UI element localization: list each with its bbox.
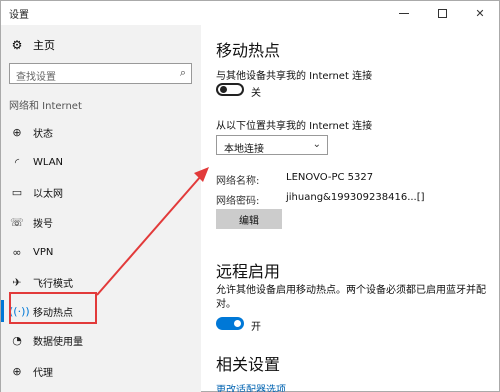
sidebar-item-label: VPN [33,246,54,258]
toggle-knob [220,86,227,93]
remote-toggle-state: 开 [251,322,261,333]
sidebar-item-proxy[interactable]: ⊕ 代理 [1,358,201,384]
minimize-button[interactable] [385,1,423,25]
share-toggle[interactable] [216,83,244,96]
sidebar-item-dialup[interactable]: ☏ 拨号 [1,209,201,235]
page-title: 移动热点 [216,41,281,60]
gear-icon: ⚙ [11,38,23,52]
sidebar-item-label: WLAN [33,156,64,168]
sidebar-item-ethernet[interactable]: ▭ 以太网 [1,179,201,205]
close-icon: ✕ [475,6,485,20]
sidebar-item-label: 拨号 [33,218,53,230]
proxy-icon: ⊕ [12,364,22,378]
close-button[interactable]: ✕ [461,1,499,25]
sidebar-item-label: 以太网 [33,188,63,200]
data-usage-icon: ◔ [12,333,22,347]
sidebar-item-label: 主页 [33,39,55,52]
network-name-value: LENOVO-PC 5327 [286,172,374,183]
sidebar-item-wlan[interactable]: ◜ WLAN [1,149,201,175]
search-icon: ⌕ [179,66,186,79]
network-password-key: 网络密码: [216,196,260,207]
sidebar-item-home[interactable]: ⚙ 主页 [9,35,55,55]
globe-icon: ⊕ [12,125,22,139]
network-name-key: 网络名称: [216,176,260,187]
dialup-icon: ☏ [10,215,24,229]
sidebar-item-vpn[interactable]: ∞ VPN [1,239,201,265]
remote-toggle[interactable] [216,317,244,330]
section-label: 网络和 Internet [9,101,82,112]
airplane-icon: ✈ [12,275,22,289]
related-section-title: 相关设置 [216,355,281,374]
toggle-knob [234,320,241,327]
search-placeholder: 查找设置 [16,72,56,83]
sidebar-item-label: 飞行模式 [33,278,73,290]
maximize-button[interactable] [423,1,461,25]
ethernet-icon: ▭ [11,185,23,199]
sidebar-item-status[interactable]: ⊕ 状态 [1,119,201,145]
source-label: 从以下位置共享我的 Internet 连接 [216,121,373,132]
source-dropdown-value: 本地连接 [224,144,264,155]
sidebar-item-label: 数据使用量 [33,336,83,348]
remote-section-title: 远程启用 [216,262,281,281]
chevron-down-icon: ⌄ [312,139,321,150]
share-toggle-state: 关 [251,88,261,99]
share-label: 与其他设备共享我的 Internet 连接 [216,71,373,82]
sidebar: ⚙ 主页 查找设置 ⌕ 网络和 Internet ⊕ 状态 ◜ WLAN ▭ 以… [1,25,201,392]
sidebar-item-label: 状态 [33,128,53,140]
sidebar-item-label: 代理 [33,367,53,379]
sidebar-item-data-usage[interactable]: ◔ 数据使用量 [1,327,201,353]
network-password-value: jihuang&199309238416...[] [286,192,425,203]
settings-window: 设置 ✕ ⚙ 主页 查找设置 ⌕ 网络和 Internet ⊕ 状态 ◜ WLA… [0,0,500,392]
maximize-icon [437,8,447,18]
annotation-highlight-box [9,292,97,324]
source-dropdown[interactable]: 本地连接 ⌄ [216,135,328,155]
title-bar: 设置 ✕ [1,1,499,25]
vpn-icon: ∞ [12,245,22,259]
minimize-icon [399,12,409,14]
edit-button[interactable]: 编辑 [216,209,282,229]
wifi-icon: ◜ [14,155,20,169]
adapter-options-link[interactable]: 更改适配器选项 [216,381,286,392]
main-content: 移动热点 与其他设备共享我的 Internet 连接 关 从以下位置共享我的 I… [201,25,500,392]
search-input[interactable]: 查找设置 ⌕ [9,63,192,84]
remote-description: 允许其他设备启用移动热点。两个设备必须都已启用蓝牙并配对。 [216,285,486,310]
window-title: 设置 [9,10,29,21]
